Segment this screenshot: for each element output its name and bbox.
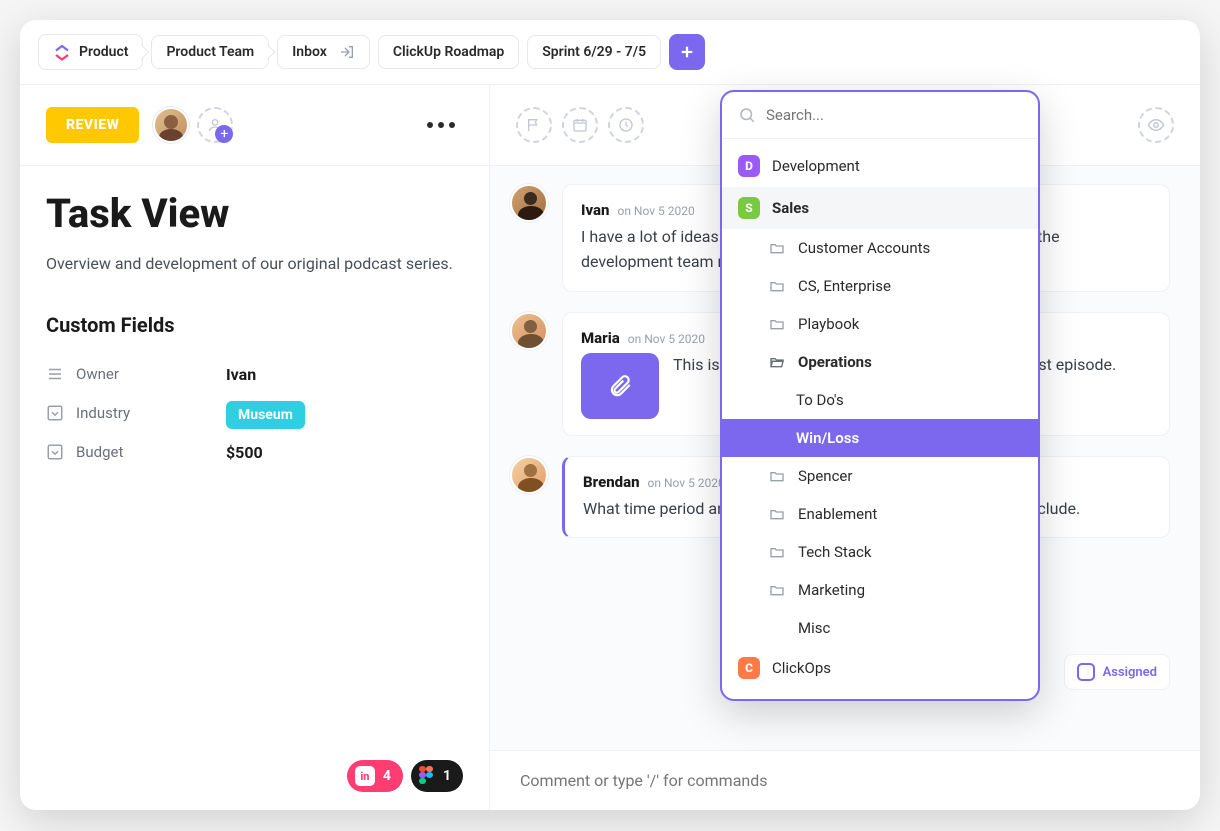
comment-avatar[interactable] bbox=[510, 184, 548, 222]
comment-author: Ivan bbox=[581, 201, 609, 219]
cf-industry-val[interactable]: Museum bbox=[226, 401, 305, 429]
more-menu-button[interactable] bbox=[419, 114, 463, 136]
plus-badge-icon: + bbox=[215, 125, 233, 143]
crumb-roadmap[interactable]: ClickUp Roadmap bbox=[378, 35, 519, 69]
crumb-inbox[interactable]: Inbox bbox=[277, 35, 370, 69]
cf-row-owner: Owner Ivan bbox=[46, 355, 463, 394]
dropdown-icon bbox=[46, 443, 64, 461]
comment-input[interactable] bbox=[520, 771, 1170, 790]
space-picker-popover: D Development S Sales Customer Accounts … bbox=[720, 90, 1040, 701]
folder-techstack[interactable]: Tech Stack bbox=[722, 533, 1038, 571]
crumb-team-label: Product Team bbox=[166, 44, 254, 60]
space-badge-icon: S bbox=[738, 197, 760, 219]
crumb-sprint-label: Sprint 6/29 - 7/5 bbox=[542, 44, 646, 60]
figma-badge[interactable]: 1 bbox=[411, 760, 463, 792]
folder-cs-enterprise[interactable]: CS, Enterprise bbox=[722, 267, 1038, 305]
comment-avatar[interactable] bbox=[510, 456, 548, 494]
comment-date: on Nov 5 2020 bbox=[628, 332, 705, 346]
folder-icon bbox=[768, 581, 786, 599]
clickup-logo-icon bbox=[53, 43, 71, 61]
invision-icon: in bbox=[355, 766, 375, 786]
folder-operations[interactable]: Operations bbox=[722, 343, 1038, 381]
assigned-label: Assigned bbox=[1103, 665, 1157, 680]
popover-list: D Development S Sales Customer Accounts … bbox=[722, 139, 1038, 699]
space-sales[interactable]: S Sales bbox=[722, 187, 1038, 229]
space-development[interactable]: D Development bbox=[722, 145, 1038, 187]
assigned-filter[interactable]: Assigned bbox=[1064, 654, 1170, 690]
cf-row-industry: Industry Museum bbox=[46, 394, 463, 433]
invision-badge[interactable]: in 4 bbox=[347, 760, 403, 792]
popover-search-input[interactable] bbox=[766, 106, 1022, 124]
folder-enablement[interactable]: Enablement bbox=[722, 495, 1038, 533]
crumb-sprint[interactable]: Sprint 6/29 - 7/5 bbox=[527, 35, 661, 69]
task-title[interactable]: Task View bbox=[46, 190, 463, 237]
add-assignee-button[interactable]: + bbox=[197, 107, 233, 143]
breadcrumb-bar: Product Product Team Inbox ClickUp Roadm… bbox=[20, 20, 1200, 85]
space-marketing[interactable]: M Marketing bbox=[722, 689, 1038, 699]
list-icon bbox=[46, 365, 64, 383]
spacer bbox=[768, 619, 786, 637]
comment-author: Maria bbox=[581, 329, 620, 347]
folder-marketing[interactable]: Marketing bbox=[722, 571, 1038, 609]
cf-industry-key: Industry bbox=[76, 404, 130, 422]
crumb-product[interactable]: Product bbox=[38, 34, 143, 70]
popover-search-row bbox=[722, 92, 1038, 139]
invision-count: 4 bbox=[383, 768, 391, 784]
task-description[interactable]: Overview and development of our original… bbox=[46, 251, 463, 277]
time-button[interactable] bbox=[608, 107, 644, 143]
comment-input-bar bbox=[490, 750, 1200, 810]
cf-owner-val[interactable]: Ivan bbox=[226, 365, 256, 384]
folder-icon bbox=[768, 543, 786, 561]
crumb-roadmap-label: ClickUp Roadmap bbox=[393, 44, 504, 60]
crumb-team[interactable]: Product Team bbox=[151, 35, 269, 69]
comment-date: on Nov 5 2020 bbox=[648, 476, 725, 490]
watch-button[interactable] bbox=[1138, 107, 1174, 143]
comment-author: Brendan bbox=[583, 473, 640, 491]
folder-icon bbox=[768, 239, 786, 257]
folder-customer-accounts[interactable]: Customer Accounts bbox=[722, 229, 1038, 267]
crumb-product-label: Product bbox=[79, 44, 128, 60]
folder-open-icon bbox=[768, 353, 786, 371]
space-badge-icon: D bbox=[738, 155, 760, 177]
search-icon bbox=[738, 106, 756, 124]
cf-budget-key: Budget bbox=[76, 443, 123, 461]
figma-count: 1 bbox=[443, 768, 451, 784]
cf-row-budget: Budget $500 bbox=[46, 433, 463, 472]
list-winloss[interactable]: Win/Loss bbox=[722, 419, 1038, 457]
folder-icon bbox=[768, 505, 786, 523]
comment-date: on Nov 5 2020 bbox=[617, 204, 694, 218]
integration-badges: in 4 1 bbox=[20, 742, 489, 810]
app-window: Product Product Team Inbox ClickUp Roadm… bbox=[20, 20, 1200, 810]
cf-owner-key: Owner bbox=[76, 365, 119, 383]
list-misc[interactable]: Misc bbox=[722, 609, 1038, 647]
figma-icon bbox=[419, 766, 435, 786]
cf-budget-val[interactable]: $500 bbox=[226, 443, 263, 462]
attachment-thumb[interactable] bbox=[581, 353, 659, 419]
folder-icon bbox=[768, 277, 786, 295]
custom-fields-heading: Custom Fields bbox=[46, 313, 463, 337]
dropdown-icon bbox=[46, 404, 64, 422]
assignee-avatar[interactable] bbox=[153, 107, 189, 143]
exit-icon[interactable] bbox=[339, 44, 355, 60]
folder-icon bbox=[768, 315, 786, 333]
assignee-group: + bbox=[153, 107, 233, 143]
folder-spencer[interactable]: Spencer bbox=[722, 457, 1038, 495]
space-clickops[interactable]: C ClickOps bbox=[722, 647, 1038, 689]
flag-button[interactable] bbox=[516, 107, 552, 143]
checkbox-icon bbox=[1077, 663, 1095, 681]
add-view-button[interactable] bbox=[669, 34, 705, 70]
space-badge-icon: C bbox=[738, 657, 760, 679]
paperclip-icon bbox=[607, 373, 633, 399]
comment-avatar[interactable] bbox=[510, 312, 548, 350]
status-pill[interactable]: REVIEW bbox=[46, 107, 139, 143]
folder-playbook[interactable]: Playbook bbox=[722, 305, 1038, 343]
task-detail-panel: REVIEW + Task View Overview and developm… bbox=[20, 85, 490, 810]
list-todos[interactable]: To Do's bbox=[722, 381, 1038, 419]
crumb-inbox-label: Inbox bbox=[292, 44, 327, 60]
folder-icon bbox=[768, 467, 786, 485]
date-button[interactable] bbox=[562, 107, 598, 143]
task-header: REVIEW + bbox=[20, 85, 489, 166]
